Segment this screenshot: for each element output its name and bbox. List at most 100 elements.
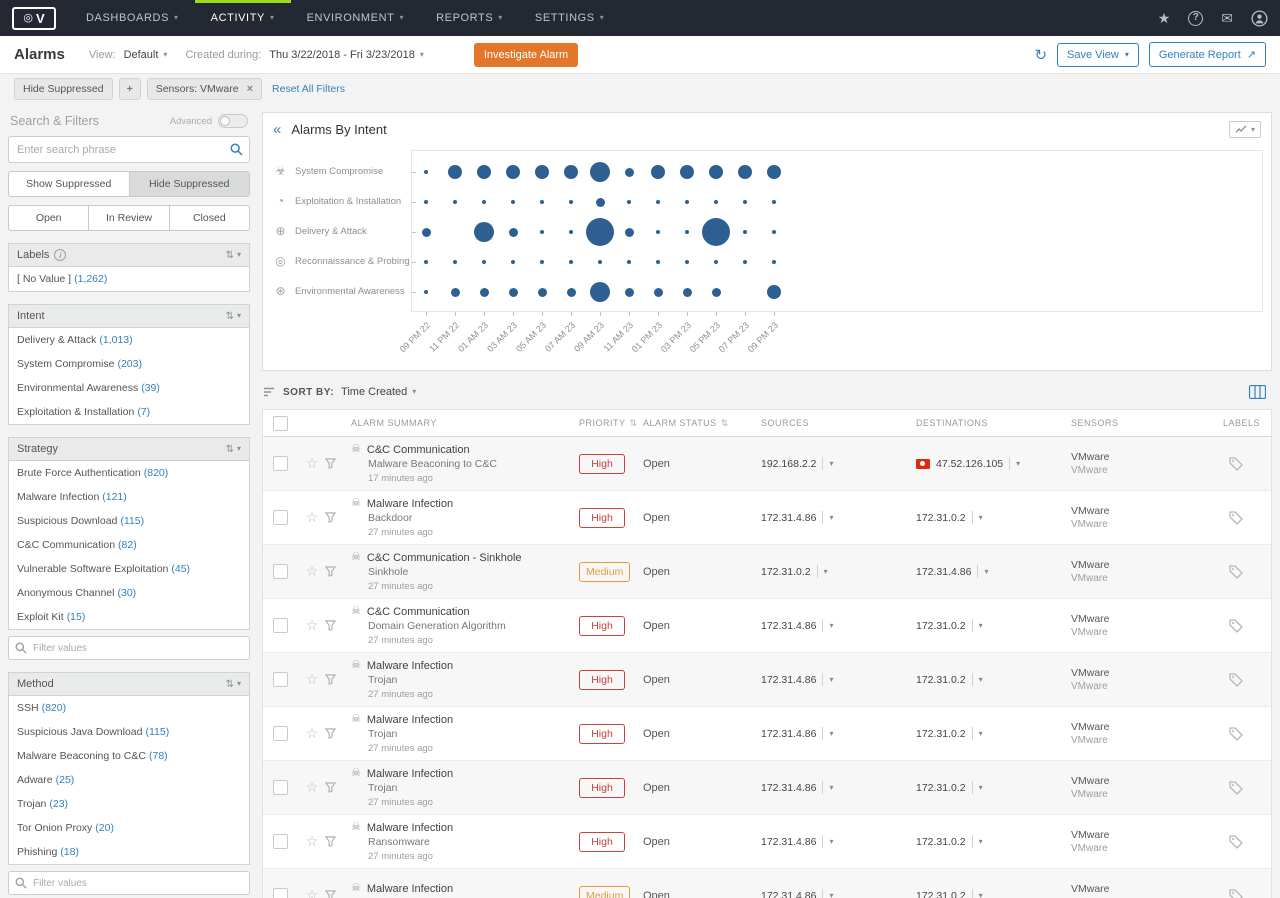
status-button-open[interactable]: Open: [9, 206, 90, 230]
nav-item-environment[interactable]: ENVIRONMENT ▾: [291, 0, 421, 36]
source-dropdown-icon[interactable]: ▾: [829, 837, 833, 846]
chart-bubble[interactable]: [566, 287, 576, 297]
label-tag-icon[interactable]: [1223, 834, 1271, 849]
chart-bubble[interactable]: [656, 200, 660, 204]
chart-bubble[interactable]: [540, 230, 544, 234]
label-tag-icon[interactable]: [1223, 780, 1271, 795]
row-checkbox[interactable]: [273, 780, 288, 795]
search-input[interactable]: [8, 136, 250, 163]
status-button-closed[interactable]: Closed: [170, 206, 249, 230]
source-dropdown-icon[interactable]: ▾: [829, 675, 833, 684]
chart-bubble[interactable]: [450, 287, 460, 297]
source-dropdown-icon[interactable]: ▾: [824, 567, 828, 576]
filter-item-exploitation-installation[interactable]: Exploitation & Installation (7): [9, 400, 249, 424]
filter-item-adware[interactable]: Adware (25): [9, 768, 249, 792]
source-dropdown-icon[interactable]: ▾: [829, 729, 833, 738]
row-checkbox[interactable]: [273, 834, 288, 849]
chart-bubble[interactable]: [595, 197, 605, 207]
chart-bubble[interactable]: [651, 165, 665, 179]
investigate-alarm-button[interactable]: Investigate Alarm: [473, 42, 579, 67]
chart-bubble[interactable]: [685, 200, 689, 204]
row-checkbox[interactable]: [273, 456, 288, 471]
chart-bubble[interactable]: [569, 260, 573, 264]
chart-bubble[interactable]: [627, 200, 631, 204]
column-header-alarm-status[interactable]: ALARM STATUS ⇅: [643, 418, 761, 429]
favorite-star-icon[interactable]: ☆: [299, 779, 325, 796]
filter-item-anonymous-channel[interactable]: Anonymous Channel (30): [9, 581, 249, 605]
chart-bubble[interactable]: [743, 260, 747, 264]
filter-item-system-compromise[interactable]: System Compromise (203): [9, 352, 249, 376]
date-range-dropdown[interactable]: Thu 3/22/2018 - Fri 3/23/2018 ▾: [269, 49, 424, 61]
chart-bubble[interactable]: [624, 167, 634, 177]
chart-bubble[interactable]: [598, 260, 602, 264]
section-sort-dropdown[interactable]: ⇅ ▾: [226, 250, 241, 261]
row-checkbox[interactable]: [273, 672, 288, 687]
chart-bubble[interactable]: [453, 200, 457, 204]
chart-bubble[interactable]: [482, 260, 486, 264]
label-tag-icon[interactable]: [1223, 618, 1271, 633]
chart-options-button[interactable]: ▾: [1228, 121, 1261, 138]
filter-item-brute-force-authentication[interactable]: Brute Force Authentication (820): [9, 461, 249, 485]
reset-all-filters-link[interactable]: Reset All Filters: [272, 83, 345, 95]
chart-bubble[interactable]: [772, 260, 776, 264]
chart-bubble[interactable]: [511, 200, 515, 204]
chart-bubble[interactable]: [424, 260, 428, 264]
chart-bubble[interactable]: [569, 230, 573, 234]
favorite-star-icon[interactable]: ☆: [299, 509, 325, 526]
favorite-star-icon[interactable]: ☆: [299, 455, 325, 472]
filter-item-no-value[interactable]: [ No Value ] (1,262): [9, 267, 249, 291]
status-button-in-review[interactable]: In Review: [89, 206, 170, 230]
chart-bubble[interactable]: [627, 260, 631, 264]
add-filter-button[interactable]: +: [118, 78, 141, 100]
nav-item-settings[interactable]: SETTINGS ▾: [519, 0, 620, 36]
chart-bubble[interactable]: [767, 285, 781, 299]
chart-bubble[interactable]: [421, 227, 431, 237]
favorite-star-icon[interactable]: ☆: [299, 671, 325, 688]
label-tag-icon[interactable]: [1223, 456, 1271, 471]
nav-item-activity[interactable]: ACTIVITY ▾: [194, 0, 291, 36]
destination-dropdown-icon[interactable]: ▾: [1016, 459, 1020, 468]
chart-bubble[interactable]: [453, 260, 457, 264]
filter-item-delivery-attack[interactable]: Delivery & Attack (1,013): [9, 328, 249, 352]
favorite-star-icon[interactable]: ☆: [299, 617, 325, 634]
chart-bubble[interactable]: [624, 227, 634, 237]
chart-bubble[interactable]: [682, 287, 692, 297]
chart-bubble[interactable]: [714, 200, 718, 204]
chart-bubble[interactable]: [743, 230, 747, 234]
chart-bubble[interactable]: [424, 170, 428, 174]
filter-funnel-icon[interactable]: [324, 512, 351, 523]
chart-bubble[interactable]: [711, 287, 721, 297]
source-dropdown-icon[interactable]: ▾: [829, 891, 833, 898]
refresh-icon[interactable]: ↻: [1034, 46, 1047, 64]
chart-bubble[interactable]: [508, 227, 518, 237]
filter-values-input[interactable]: [8, 636, 250, 660]
chart-bubble[interactable]: [685, 260, 689, 264]
row-checkbox[interactable]: [273, 888, 288, 898]
destination-dropdown-icon[interactable]: ▾: [979, 891, 983, 898]
chart-bubble[interactable]: [508, 287, 518, 297]
chart-bubble[interactable]: [709, 165, 723, 179]
help-icon[interactable]: ?: [1188, 10, 1204, 26]
mail-icon[interactable]: ✉: [1221, 11, 1233, 25]
filter-item-malware-beaconing-to-c-c[interactable]: Malware Beaconing to C&C (78): [9, 744, 249, 768]
chart-bubble[interactable]: [738, 165, 752, 179]
favorite-star-icon[interactable]: ☆: [299, 833, 325, 850]
destination-dropdown-icon[interactable]: ▾: [979, 837, 983, 846]
chart-bubble[interactable]: [590, 282, 610, 302]
label-tag-icon[interactable]: [1223, 510, 1271, 525]
chart-bubble[interactable]: [624, 287, 634, 297]
destination-dropdown-icon[interactable]: ▾: [979, 675, 983, 684]
filter-chip-hide-suppressed[interactable]: Hide Suppressed: [14, 78, 113, 100]
section-sort-dropdown[interactable]: ⇅ ▾: [226, 444, 241, 455]
label-tag-icon[interactable]: [1223, 672, 1271, 687]
filter-item-phishing[interactable]: Phishing (18): [9, 840, 249, 864]
chart-bubble[interactable]: [511, 260, 515, 264]
filter-funnel-icon[interactable]: [324, 728, 351, 739]
label-tag-icon[interactable]: [1223, 888, 1271, 898]
chart-bubble[interactable]: [586, 218, 614, 246]
favorite-star-icon[interactable]: ☆: [299, 887, 325, 898]
chart-bubble[interactable]: [537, 287, 547, 297]
filter-item-suspicious-java-download[interactable]: Suspicious Java Download (115): [9, 720, 249, 744]
filter-funnel-icon[interactable]: [324, 782, 351, 793]
source-dropdown-icon[interactable]: ▾: [829, 513, 833, 522]
